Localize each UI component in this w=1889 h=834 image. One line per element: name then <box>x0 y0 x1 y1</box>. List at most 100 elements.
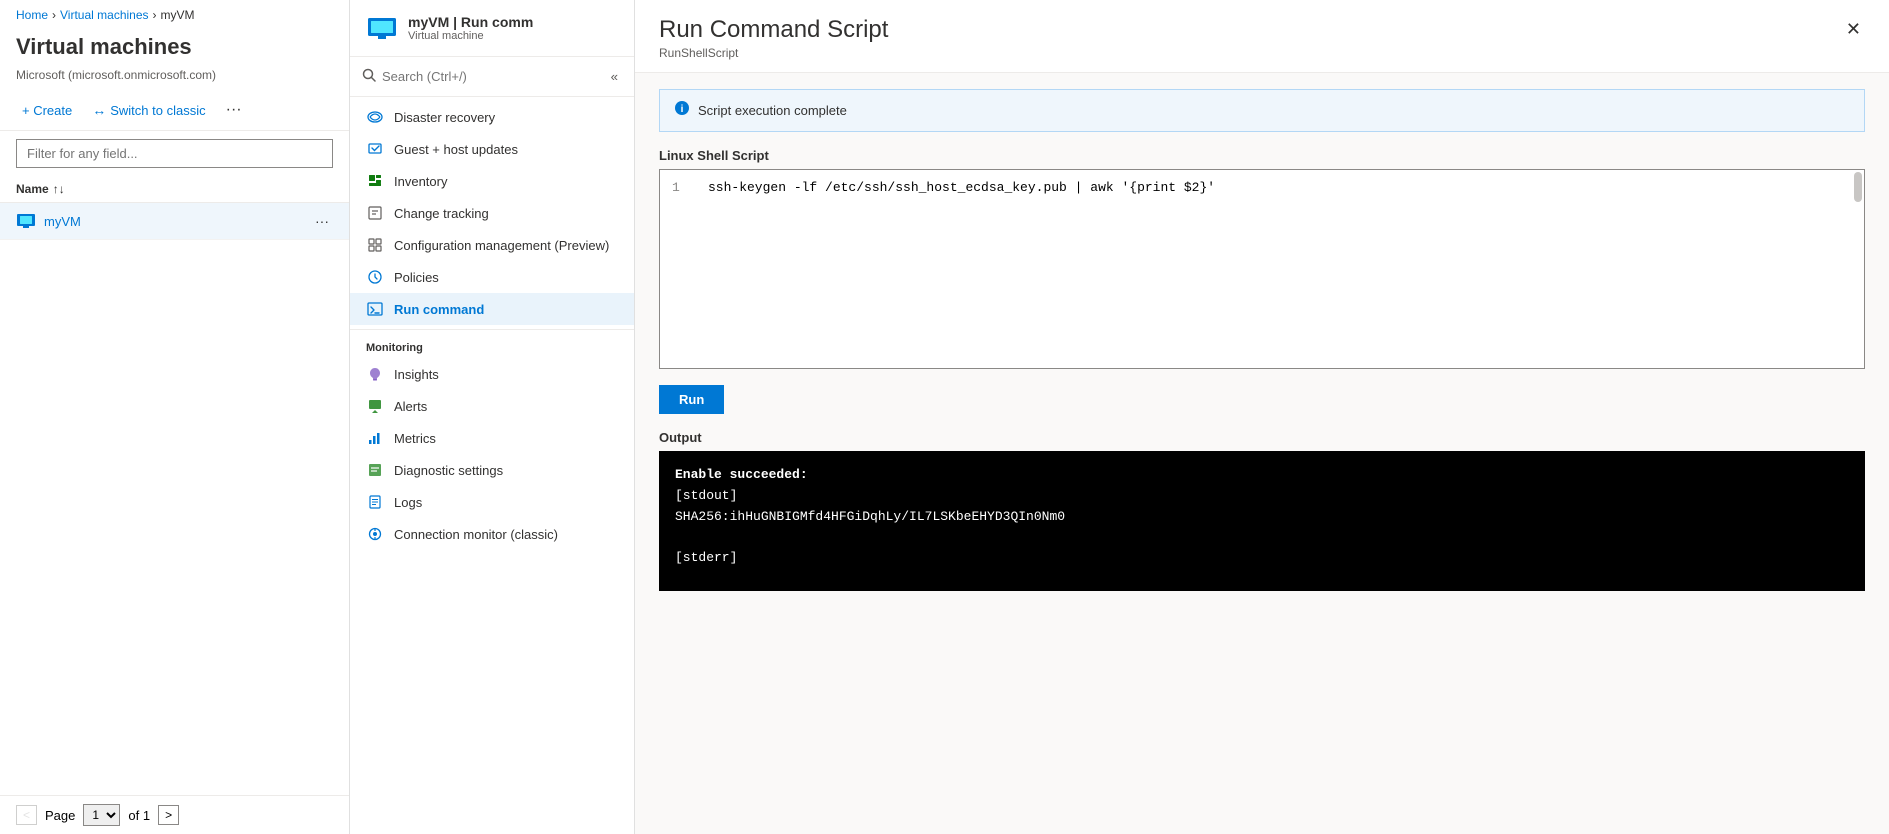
create-button[interactable]: + Create <box>16 99 78 122</box>
output-line-4 <box>675 527 1849 548</box>
switch-label: Switch to classic <box>110 103 205 118</box>
pagination: < Page 1 of 1 > <box>0 795 349 834</box>
sidebar-item-logs[interactable]: Logs <box>350 486 634 518</box>
run-command-label: Run command <box>394 302 484 317</box>
menu-operations-section: Disaster recovery Guest + host updates <box>350 97 634 554</box>
sidebar-item-policies[interactable]: Policies <box>350 261 634 293</box>
sidebar-item-configuration-management[interactable]: Configuration management (Preview) <box>350 229 634 261</box>
sidebar-item-run-command[interactable]: Run command <box>350 293 634 325</box>
sidebar-vm-subtitle: Virtual machine <box>408 30 618 42</box>
configuration-management-icon <box>366 236 384 254</box>
sidebar-item-change-tracking[interactable]: Change tracking <box>350 197 634 229</box>
output-text-2: [stdout] <box>675 488 737 503</box>
left-panel: Home › Virtual machines › myVM Virtual m… <box>0 0 350 834</box>
breadcrumb-vms[interactable]: Virtual machines <box>60 8 149 22</box>
run-button[interactable]: Run <box>659 385 724 414</box>
rcs-subtitle: RunShellScript <box>659 46 888 60</box>
vm-name[interactable]: myVM <box>44 214 311 229</box>
column-name[interactable]: Name ↑↓ <box>16 182 333 196</box>
svg-text:i: i <box>681 104 684 115</box>
more-options-button[interactable]: ··· <box>220 99 248 121</box>
page-label: Page <box>45 808 75 823</box>
metrics-icon <box>366 429 384 447</box>
configuration-management-label: Configuration management (Preview) <box>394 238 609 253</box>
connection-monitor-label: Connection monitor (classic) <box>394 527 558 542</box>
breadcrumb-sep2: › <box>153 8 157 22</box>
sidebar-item-disaster-recovery[interactable]: Disaster recovery <box>350 101 634 133</box>
info-banner-text: Script execution complete <box>698 103 847 118</box>
filter-input[interactable] <box>16 139 333 168</box>
guest-host-updates-icon <box>366 140 384 158</box>
scroll-indicator <box>1854 172 1862 202</box>
inventory-label: Inventory <box>394 174 447 189</box>
prev-page-button[interactable]: < <box>16 805 37 825</box>
breadcrumb-sep1: › <box>52 8 56 22</box>
guest-host-updates-label: Guest + host updates <box>394 142 518 157</box>
toolbar: + Create ↔ Switch to classic ··· <box>0 90 349 131</box>
breadcrumb-home[interactable]: Home <box>16 8 48 22</box>
rcs-body: i Script execution complete Linux Shell … <box>635 73 1889 834</box>
rcs-header: Run Command Script RunShellScript ✕ <box>635 0 1889 73</box>
vm-row-icon <box>16 211 36 231</box>
output-line-1: Enable succeeded: <box>675 465 1849 486</box>
sidebar-vm-title: myVM | Run comm <box>408 14 618 30</box>
sidebar-panel: myVM | Run comm Virtual machine « Disast… <box>350 0 635 834</box>
output-line-2: [stdout] <box>675 486 1849 507</box>
policies-icon <box>366 268 384 286</box>
sidebar-item-diagnostic-settings[interactable]: Diagnostic settings <box>350 454 634 486</box>
panel-subtitle: Microsoft (microsoft.onmicrosoft.com) <box>0 68 349 90</box>
logs-label: Logs <box>394 495 422 510</box>
sidebar-header: myVM | Run comm Virtual machine <box>350 0 634 57</box>
sidebar-collapse-button[interactable]: « <box>607 65 622 88</box>
output-text-3: SHA256:ihHuGNBIGMfd4HFGiDqhLy/IL7LSKbeEH… <box>675 509 1065 524</box>
insights-label: Insights <box>394 367 439 382</box>
sort-icon: ↑↓ <box>53 182 65 196</box>
sidebar-item-metrics[interactable]: Metrics <box>350 422 634 454</box>
script-editor[interactable]: 1 ssh-keygen -lf /etc/ssh/ssh_host_ecdsa… <box>659 169 1865 369</box>
sidebar-item-inventory[interactable]: Inventory <box>350 165 634 197</box>
breadcrumb: Home › Virtual machines › myVM <box>0 0 349 30</box>
sidebar-search: « <box>350 57 634 97</box>
of-label: of 1 <box>128 808 150 823</box>
rcs-title-block: Run Command Script RunShellScript <box>659 16 888 60</box>
sidebar-search-input[interactable] <box>382 69 601 84</box>
policies-label: Policies <box>394 270 439 285</box>
line-number: 1 <box>672 180 692 195</box>
run-command-icon <box>366 300 384 318</box>
next-page-button[interactable]: > <box>158 805 179 825</box>
breadcrumb-vm: myVM <box>161 8 195 22</box>
change-tracking-label: Change tracking <box>394 206 489 221</box>
vm-row[interactable]: myVM ··· <box>0 203 349 240</box>
menu-divider <box>350 329 634 330</box>
page-select[interactable]: 1 <box>83 804 120 826</box>
switch-classic-button[interactable]: ↔ Switch to classic <box>86 98 211 122</box>
connection-monitor-icon <box>366 525 384 543</box>
switch-icon: ↔ <box>92 102 106 118</box>
insights-icon <box>366 365 384 383</box>
script-section-label: Linux Shell Script <box>659 148 1865 163</box>
sidebar-vm-info: myVM | Run comm Virtual machine <box>408 14 618 42</box>
vm-more-button[interactable]: ··· <box>311 211 333 231</box>
inventory-icon <box>366 172 384 190</box>
script-line: 1 ssh-keygen -lf /etc/ssh/ssh_host_ecdsa… <box>672 180 1852 195</box>
alerts-label: Alerts <box>394 399 427 414</box>
sidebar-item-guest-host-updates[interactable]: Guest + host updates <box>350 133 634 165</box>
sidebar-item-alerts[interactable]: Alerts <box>350 390 634 422</box>
table-header: Name ↑↓ <box>0 176 349 203</box>
output-text-5: [stderr] <box>675 550 737 565</box>
script-code: ssh-keygen -lf /etc/ssh/ssh_host_ecdsa_k… <box>708 180 1215 195</box>
sidebar-item-connection-monitor[interactable]: Connection monitor (classic) <box>350 518 634 550</box>
metrics-label: Metrics <box>394 431 436 446</box>
info-banner: i Script execution complete <box>659 89 1865 132</box>
disaster-recovery-icon <box>366 108 384 126</box>
output-line-3: SHA256:ihHuGNBIGMfd4HFGiDqhLy/IL7LSKbeEH… <box>675 507 1849 528</box>
info-icon: i <box>674 100 690 121</box>
logs-icon <box>366 493 384 511</box>
monitoring-section-header: Monitoring <box>350 334 634 358</box>
rcs-close-button[interactable]: ✕ <box>1842 16 1865 42</box>
sidebar-item-insights[interactable]: Insights <box>350 358 634 390</box>
code-content: ssh-keygen -lf /etc/ssh/ssh_host_ecdsa_k… <box>708 180 1215 195</box>
panel-title: Virtual machines <box>0 30 349 68</box>
alerts-icon <box>366 397 384 415</box>
change-tracking-icon <box>366 204 384 222</box>
